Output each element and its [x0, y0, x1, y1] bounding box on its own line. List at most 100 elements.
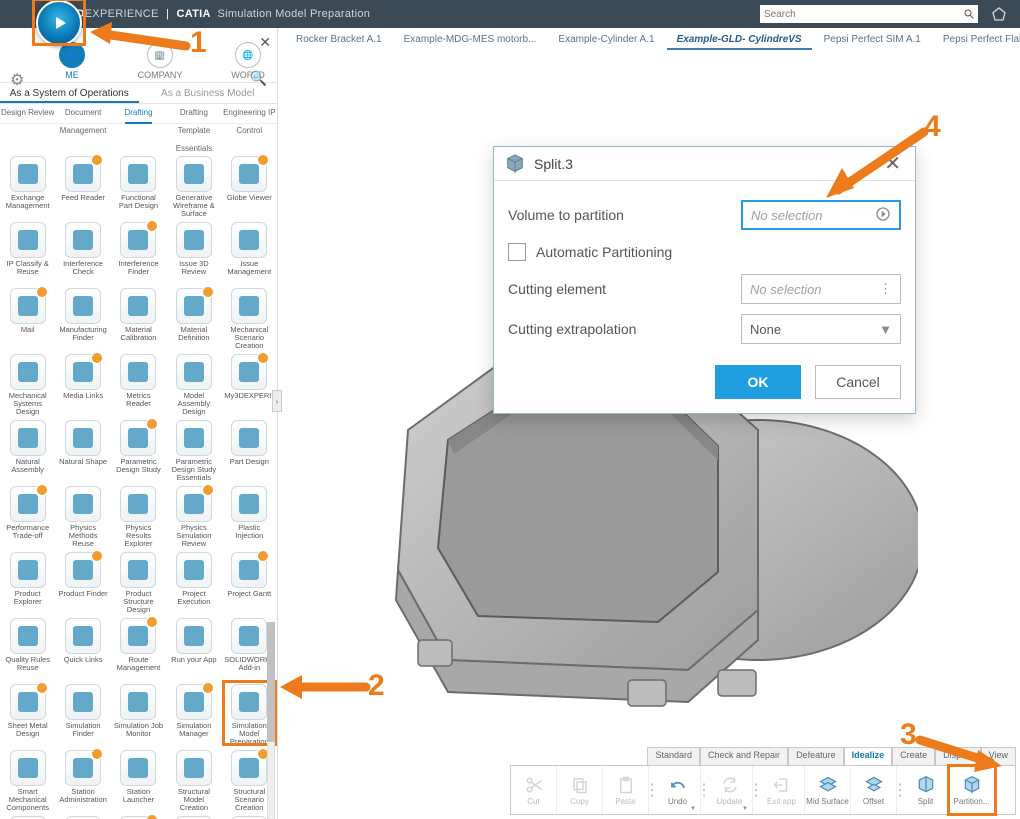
section-tab[interactable]: View	[981, 747, 1016, 765]
app-tile[interactable]: Metrics Reader	[111, 350, 166, 416]
app-tile[interactable]: Physics Methods Reuse	[55, 482, 110, 548]
app-tile[interactable]: —	[111, 812, 166, 819]
document-tab[interactable]: Example-MDG-MES motorb...	[394, 30, 547, 50]
app-tile[interactable]: Material Calibration	[111, 284, 166, 350]
app-tile[interactable]: Smart Mechanical Components	[0, 746, 55, 812]
sidebar-category-tab[interactable]: Drafting Template Essentials	[166, 104, 221, 123]
app-tile[interactable]: Project Gantt	[222, 548, 277, 614]
app-tile[interactable]: My3DEXPERIE...	[222, 350, 277, 416]
tag-icon[interactable]	[988, 3, 1010, 25]
section-tab[interactable]: Idealize	[844, 747, 893, 765]
app-tile[interactable]: Issue 3D Review	[166, 218, 221, 284]
app-tile[interactable]: —	[0, 812, 55, 819]
section-tab[interactable]: Display	[935, 747, 981, 765]
app-icon	[231, 486, 267, 522]
app-tile[interactable]: Mail	[0, 284, 55, 350]
app-tile[interactable]: Station Administration	[55, 746, 110, 812]
scrollbar[interactable]	[267, 622, 277, 819]
app-tile[interactable]: Part Design	[222, 416, 277, 482]
cancel-button[interactable]: Cancel	[815, 365, 901, 399]
sidebar-category-tab[interactable]: Engineering IP Control	[222, 104, 277, 123]
app-tile[interactable]: Plastic Injection	[222, 482, 277, 548]
app-tile[interactable]: Quick Links	[55, 614, 110, 680]
app-tile[interactable]: Simulation Manager	[166, 680, 221, 746]
compass-button[interactable]	[36, 0, 88, 52]
app-tile[interactable]: Exchange Management	[0, 152, 55, 218]
app-tile[interactable]: Parametric Design Study Essentials	[166, 416, 221, 482]
app-label: Model Assembly Design	[169, 392, 219, 416]
scissors-icon	[524, 775, 544, 795]
app-icon	[65, 288, 101, 324]
app-tile[interactable]: Mechanical Scenario Creation	[222, 284, 277, 350]
document-tab[interactable]: Rocker Bracket A.1	[286, 30, 392, 50]
cutting-element-field[interactable]: No selection ⋮	[741, 274, 901, 304]
search-input[interactable]	[760, 5, 960, 23]
app-tile[interactable]: Run your App	[166, 614, 221, 680]
document-tab[interactable]: Pepsi Perfect Flat logo A.1	[933, 30, 1020, 50]
toolbar-partition-button[interactable]: Partition...	[949, 766, 995, 814]
app-tile[interactable]: Manufacturing Finder	[55, 284, 110, 350]
app-tile[interactable]: Performance Trade-off	[0, 482, 55, 548]
app-tile[interactable]: Station Launcher	[111, 746, 166, 812]
app-tile[interactable]: Media Links	[55, 350, 110, 416]
app-tile[interactable]: Natural Assembly	[0, 416, 55, 482]
app-tile[interactable]: Sheet Metal Design	[0, 680, 55, 746]
toolbar-splitbutton[interactable]: Split	[903, 766, 949, 814]
app-tile[interactable]: Generative Wireframe & Surface	[166, 152, 221, 218]
sidebar-scope-tab[interactable]: 🌐WORLD	[218, 42, 278, 80]
cutting-extrapolation-select[interactable]: None ▼	[741, 314, 901, 344]
app-tile[interactable]: Quality Rules Reuse	[0, 614, 55, 680]
gear-icon[interactable]: ⚙	[10, 70, 24, 90]
section-tab[interactable]: Create	[892, 747, 935, 765]
app-tile[interactable]: —	[55, 812, 110, 819]
app-tile[interactable]: IP Classify & Reuse	[0, 218, 55, 284]
app-tile[interactable]: Interference Check	[55, 218, 110, 284]
sidebar-category-tab[interactable]: Drafting	[111, 104, 166, 123]
app-tile[interactable]: Simulation Finder	[55, 680, 110, 746]
toolbar-undobutton[interactable]: Undo▼	[655, 766, 701, 814]
app-icon	[231, 618, 267, 654]
document-tab[interactable]: Example-Cylinder A.1	[548, 30, 664, 50]
document-tab[interactable]: Example-GLD- CylindreVS	[667, 30, 812, 50]
app-tile[interactable]: Physics Simulation Review	[166, 482, 221, 548]
app-tile[interactable]: Simulation Job Monitor	[111, 680, 166, 746]
app-tile[interactable]: Product Structure Design	[111, 548, 166, 614]
app-tile[interactable]: Route Management	[111, 614, 166, 680]
section-tab[interactable]: Defeature	[788, 747, 844, 765]
section-tab[interactable]: Check and Repair	[700, 747, 788, 765]
app-tile[interactable]: Globe Viewer	[222, 152, 277, 218]
close-icon[interactable]: ✕	[880, 151, 905, 176]
app-tile[interactable]: Parametric Design Study	[111, 416, 166, 482]
app-tile[interactable]: Physics Results Explorer	[111, 482, 166, 548]
app-tile[interactable]: Issue Management	[222, 218, 277, 284]
automatic-partitioning-checkbox[interactable]	[508, 243, 526, 261]
toolbar-offsetbutton[interactable]: Offset	[851, 766, 897, 814]
app-tile[interactable]: Feed Reader	[55, 152, 110, 218]
app-tile[interactable]: Natural Shape	[55, 416, 110, 482]
section-tab[interactable]: Standard	[647, 747, 700, 765]
sidebar-category-tab[interactable]: Document Management	[55, 104, 110, 123]
app-tile[interactable]: Product Explorer	[0, 548, 55, 614]
app-tile[interactable]: Material Definition	[166, 284, 221, 350]
toolbar-mid-surfacebutton[interactable]: Mid Surface	[805, 766, 851, 814]
app-tile[interactable]: Functional Part Design	[111, 152, 166, 218]
app-label: Product Structure Design	[113, 590, 163, 614]
app-tile[interactable]: Interference Finder	[111, 218, 166, 284]
ok-button[interactable]: OK	[715, 365, 801, 399]
chevron-down-icon: ▼	[742, 806, 748, 812]
app-tile[interactable]: Structural Model Creation	[166, 746, 221, 812]
sidebar-category-tab[interactable]: Design Review	[0, 104, 55, 123]
app-tile[interactable]: Mechanical Systems Design	[0, 350, 55, 416]
app-tile[interactable]: Project Execution	[166, 548, 221, 614]
search-button[interactable]	[960, 5, 978, 23]
app-tile[interactable]: Product Finder	[55, 548, 110, 614]
volume-to-partition-field[interactable]: No selection	[741, 200, 901, 230]
app-tile[interactable]: —	[166, 812, 221, 819]
chevron-right-icon[interactable]: ›	[272, 390, 282, 412]
app-tile[interactable]: Model Assembly Design	[166, 350, 221, 416]
app-icon	[231, 750, 267, 786]
app-icon	[65, 684, 101, 720]
document-tab[interactable]: Pepsi Perfect SIM A.1	[814, 30, 931, 50]
sidebar-scope-tab[interactable]: 🏢COMPANY	[130, 42, 190, 80]
search-icon[interactable]: 🔍	[250, 70, 267, 87]
